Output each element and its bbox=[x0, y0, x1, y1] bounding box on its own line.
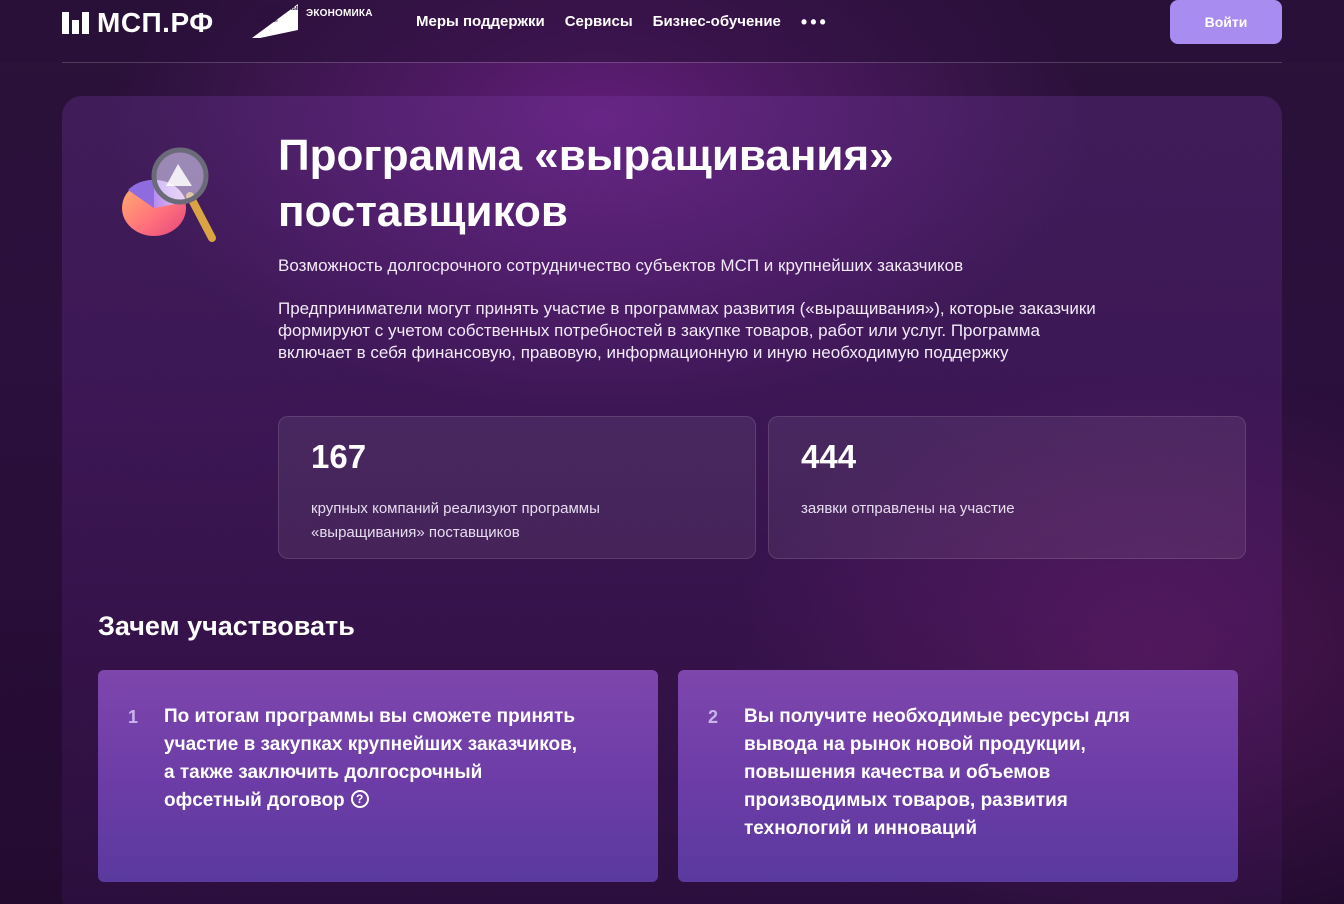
national-projects-label: НАЦИОНАЛЬНЫЕ ПРОЕКТЫ РОССИИ bbox=[256, 6, 301, 24]
reason-number: 1 bbox=[128, 707, 139, 727]
nav-business-training[interactable]: Бизнес-обучение bbox=[653, 13, 781, 30]
reason-text: По итогам программы вы сможете принять у… bbox=[164, 703, 584, 815]
stat-label: заявки отправлены на участие bbox=[801, 500, 1015, 517]
main-nav: Меры поддержки Сервисы Бизнес-обучение •… bbox=[416, 13, 829, 31]
help-circle-icon[interactable]: ? bbox=[350, 789, 369, 808]
nav-more-icon[interactable]: ••• bbox=[801, 13, 829, 31]
page-description: Предприниматели могут принять участие в … bbox=[278, 299, 1096, 362]
stat-label: крупных компаний реализуют программы «вы… bbox=[311, 500, 600, 541]
reason-number: 2 bbox=[708, 707, 719, 727]
reason-text: Вы получите необходимые ресурсы для выво… bbox=[744, 706, 1131, 839]
why-participate-title: Зачем участвовать bbox=[98, 611, 355, 641]
nav-support-measures[interactable]: Меры поддержки bbox=[416, 13, 545, 30]
reason-text-content: По итогам программы вы сможете принять у… bbox=[164, 706, 578, 811]
reason-card-2: 2 Вы получите необходимые ресурсы для вы… bbox=[678, 670, 1238, 882]
stat-value: 444 bbox=[801, 438, 857, 475]
login-button[interactable]: Войти bbox=[1170, 0, 1282, 44]
stat-card-applications: 444 заявки отправлены на участие bbox=[768, 416, 1246, 559]
reason-card-1: 1 По итогам программы вы сможете принять… bbox=[98, 670, 658, 882]
economy-label: ЭКОНОМИКА bbox=[306, 8, 373, 19]
nav-services[interactable]: Сервисы bbox=[565, 13, 633, 30]
page-subtitle: Возможность долгосрочного сотрудничество… bbox=[278, 256, 964, 275]
stat-card-companies: 167 крупных компаний реализуют программы… bbox=[278, 416, 756, 559]
msp-logo-text: МСП.РФ bbox=[97, 7, 214, 38]
page-title: Программа «выращивания» поставщиков bbox=[278, 131, 894, 236]
msp-logo-icon bbox=[62, 12, 89, 34]
msp-logo-link[interactable]: МСП.РФ bbox=[62, 7, 214, 38]
header-divider bbox=[62, 62, 1282, 63]
pie-chart-magnifier-icon bbox=[122, 147, 216, 242]
stat-value: 167 bbox=[311, 438, 367, 475]
